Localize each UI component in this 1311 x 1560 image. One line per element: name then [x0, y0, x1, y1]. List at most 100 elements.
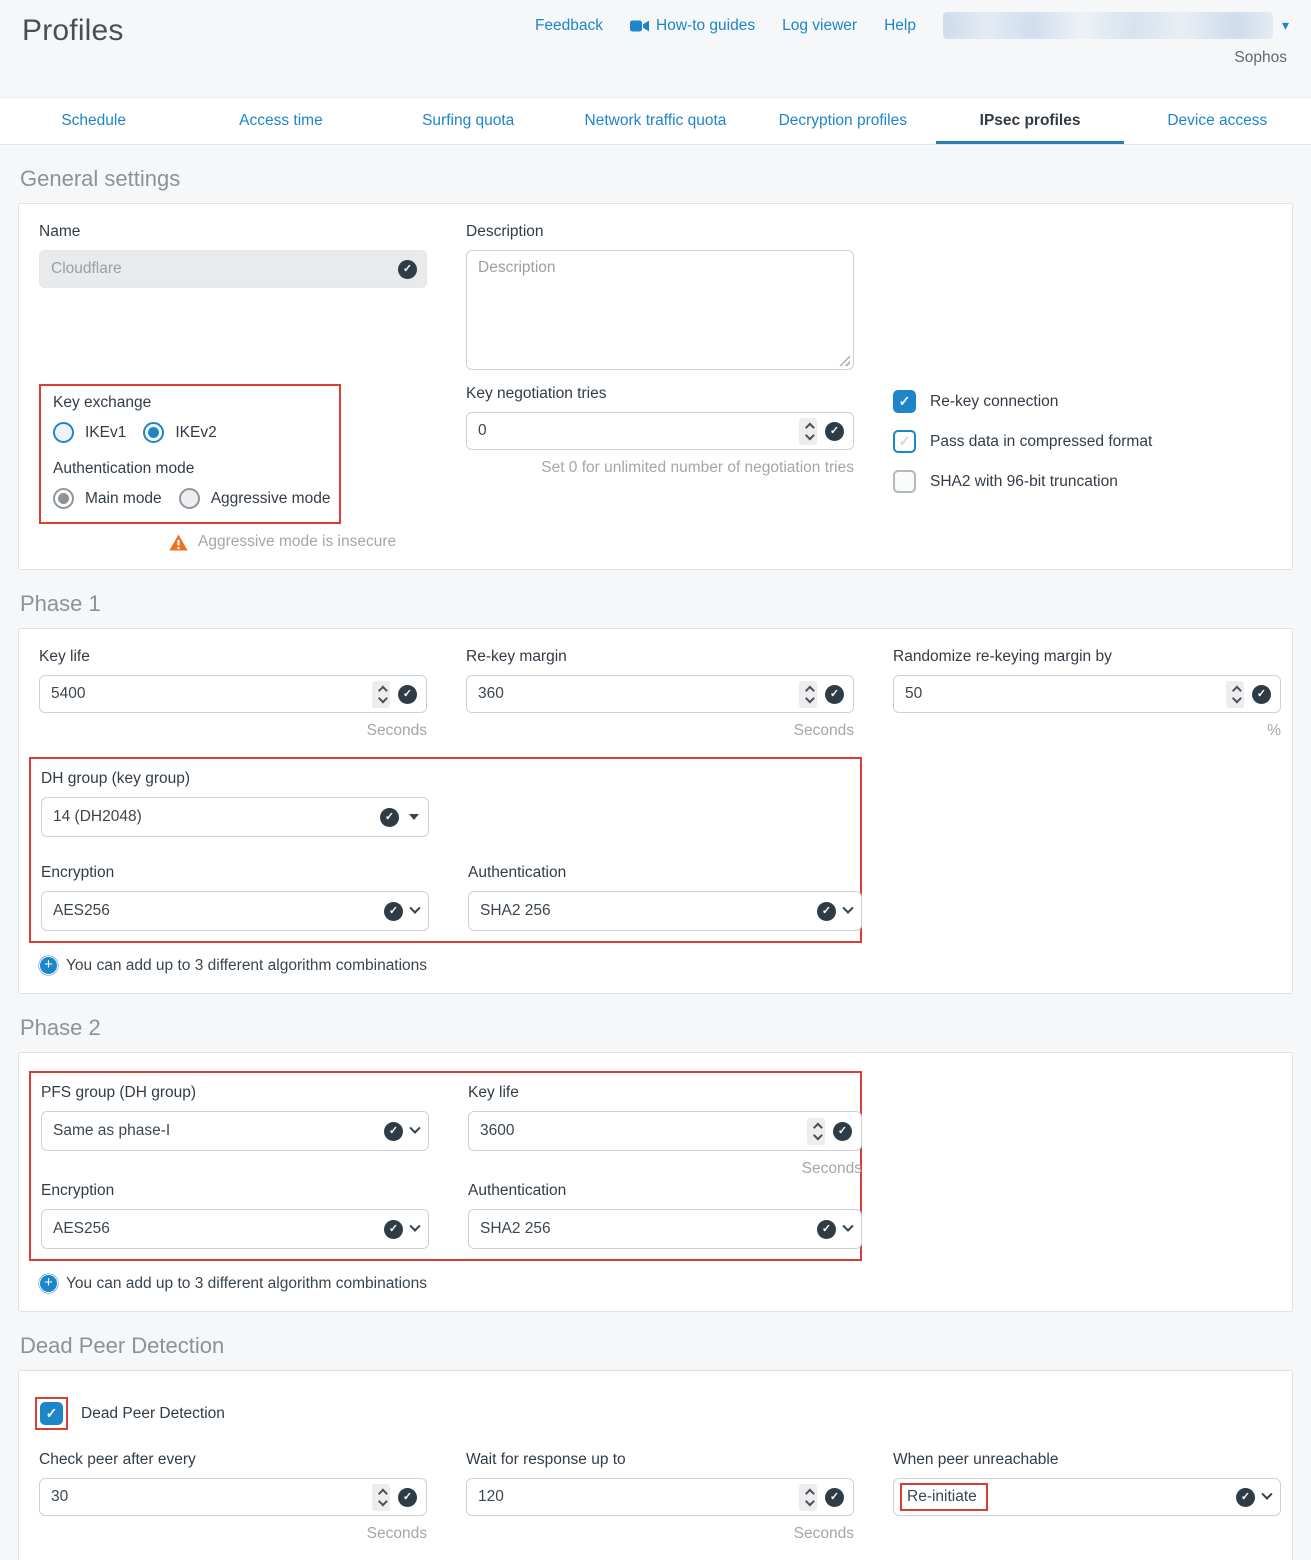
valid-check-icon: ✓ [398, 260, 417, 279]
phase2-authentication-select[interactable]: SHA2 256 ✓ [468, 1209, 862, 1249]
authentication-label: Authentication [468, 863, 862, 883]
randomize-margin-input[interactable] [905, 685, 1218, 703]
check-peer-field[interactable]: ✓ [39, 1478, 427, 1516]
tab-network-traffic-quota[interactable]: Network traffic quota [562, 98, 749, 144]
wait-response-group: Wait for response up to ✓ Seconds [466, 1450, 854, 1544]
account-menu[interactable]: ▾ [943, 12, 1289, 39]
number-stepper-icon[interactable] [799, 681, 817, 708]
howto-guides-link[interactable]: How-to guides [630, 17, 755, 35]
ikev2-radio[interactable]: IKEv2 [143, 422, 216, 443]
valid-check-icon: ✓ [384, 1122, 403, 1141]
phase2-key-life-field[interactable]: ✓ [468, 1111, 862, 1151]
description-textarea[interactable] [466, 250, 854, 370]
pfs-group-select[interactable]: Same as phase-I ✓ [41, 1111, 429, 1151]
compressed-format-checkbox[interactable]: ✓ Pass data in compressed format [893, 430, 1281, 453]
phase2-add-combination[interactable]: + You can add up to 3 different algorith… [39, 1274, 1272, 1293]
rekey-margin-field[interactable]: ✓ [466, 675, 854, 713]
dh-group-group: DH group (key group) 14 (DH2048) ✓ [41, 769, 429, 837]
valid-check-icon: ✓ [817, 902, 836, 921]
chevron-down-icon [1261, 1489, 1272, 1500]
chevron-down-icon [842, 903, 853, 914]
valid-check-icon: ✓ [1236, 1488, 1255, 1507]
number-stepper-icon[interactable] [372, 1484, 390, 1511]
valid-check-icon: ✓ [384, 902, 403, 921]
valid-check-icon: ✓ [398, 1488, 417, 1507]
number-stepper-icon[interactable] [372, 681, 390, 708]
key-life-input[interactable] [51, 685, 364, 703]
valid-check-icon: ✓ [825, 685, 844, 704]
number-stepper-icon[interactable] [799, 1484, 817, 1511]
general-settings-card: Name ✓ Description Key exchange [18, 203, 1293, 570]
options-group: ✓ Re-key connection ✓ Pass data in compr… [893, 384, 1281, 551]
randomize-margin-field[interactable]: ✓ [893, 675, 1281, 713]
phase1-heading: Phase 1 [20, 590, 1291, 618]
tab-ipsec-profiles[interactable]: IPsec profiles [936, 98, 1123, 144]
valid-check-icon: ✓ [825, 1488, 844, 1507]
randomize-margin-group: Randomize re-keying margin by ✓ % [893, 647, 1281, 741]
when-unreachable-group: When peer unreachable Re-initiate ✓ [893, 1450, 1281, 1544]
unit-label: Seconds [39, 1524, 427, 1544]
brand-label: Sophos [1234, 49, 1287, 67]
selected-value: SHA2 256 [480, 902, 809, 920]
valid-check-icon: ✓ [380, 808, 399, 827]
rekey-margin-input[interactable] [478, 685, 791, 703]
dpd-toggle-label: Dead Peer Detection [81, 1405, 225, 1423]
tab-surfing-quota[interactable]: Surfing quota [375, 98, 562, 144]
key-negotiation-group: Key negotiation tries ✓ Set 0 for unlimi… [466, 384, 854, 551]
number-stepper-icon[interactable] [807, 1118, 825, 1145]
dh-group-select[interactable]: 14 (DH2048) ✓ [41, 797, 429, 837]
ikev1-radio[interactable]: IKEv1 [53, 422, 126, 443]
plus-icon: + [39, 1274, 58, 1293]
radio-circle-icon [143, 422, 164, 443]
caret-down-icon: ▾ [1282, 17, 1289, 34]
dpd-card: ✓ Dead Peer Detection Check peer after e… [18, 1370, 1293, 1560]
radio-circle-icon [179, 488, 200, 509]
wait-response-input[interactable] [478, 1488, 791, 1506]
key-life-field[interactable]: ✓ [39, 675, 427, 713]
phase1-authentication-select[interactable]: SHA2 256 ✓ [468, 891, 862, 931]
main-mode-radio[interactable]: Main mode [53, 488, 162, 509]
tab-access-time[interactable]: Access time [187, 98, 374, 144]
check-peer-input[interactable] [51, 1488, 364, 1506]
tab-schedule[interactable]: Schedule [0, 98, 187, 144]
number-stepper-icon[interactable] [799, 418, 817, 445]
annotation-box-reinitiate: Re-initiate [900, 1483, 988, 1511]
description-label: Description [466, 222, 854, 242]
wait-response-field[interactable]: ✓ [466, 1478, 854, 1516]
checkbox-checked-icon: ✓ [893, 390, 916, 413]
phase1-encryption-select[interactable]: AES256 ✓ [41, 891, 429, 931]
key-negotiation-field[interactable]: ✓ [466, 412, 854, 450]
phase2-encryption-group: Encryption AES256 ✓ [41, 1181, 429, 1249]
log-viewer-link[interactable]: Log viewer [782, 17, 857, 35]
aggressive-mode-radio[interactable]: Aggressive mode [179, 488, 331, 509]
checkbox-icon [893, 470, 916, 493]
phase2-key-life-input[interactable] [480, 1122, 799, 1140]
dpd-checkbox[interactable]: ✓ [40, 1402, 63, 1425]
encryption-label: Encryption [41, 1181, 429, 1201]
auth-mode-label: Authentication mode [53, 459, 331, 479]
phase1-add-combination[interactable]: + You can add up to 3 different algorith… [39, 956, 1272, 975]
key-negotiation-input[interactable] [478, 422, 791, 440]
compressed-format-label: Pass data in compressed format [930, 433, 1152, 451]
rekey-connection-checkbox[interactable]: ✓ Re-key connection [893, 390, 1281, 413]
annotation-box-phase1-algorithms: DH group (key group) 14 (DH2048) ✓ Encry… [29, 757, 862, 943]
phase1-encryption-group: Encryption AES256 ✓ [41, 863, 429, 931]
number-stepper-icon[interactable] [1226, 681, 1244, 708]
valid-check-icon: ✓ [833, 1122, 852, 1141]
pfs-group-group: PFS group (DH group) Same as phase-I ✓ [41, 1083, 429, 1179]
tab-decryption-profiles[interactable]: Decryption profiles [749, 98, 936, 144]
when-unreachable-select[interactable]: Re-initiate ✓ [893, 1478, 1281, 1516]
help-link[interactable]: Help [884, 17, 916, 35]
valid-check-icon: ✓ [398, 685, 417, 704]
phase2-card: PFS group (DH group) Same as phase-I ✓ K… [18, 1052, 1293, 1312]
sha2-truncation-label: SHA2 with 96-bit truncation [930, 473, 1118, 491]
valid-check-icon: ✓ [1252, 685, 1271, 704]
warning-icon [169, 534, 188, 551]
radio-circle-icon [53, 488, 74, 509]
sha2-truncation-checkbox[interactable]: SHA2 with 96-bit truncation [893, 470, 1281, 493]
phase2-encryption-select[interactable]: AES256 ✓ [41, 1209, 429, 1249]
plus-icon: + [39, 956, 58, 975]
tab-device-access[interactable]: Device access [1124, 98, 1311, 144]
feedback-link[interactable]: Feedback [535, 17, 603, 35]
ikev1-label: IKEv1 [85, 424, 126, 442]
